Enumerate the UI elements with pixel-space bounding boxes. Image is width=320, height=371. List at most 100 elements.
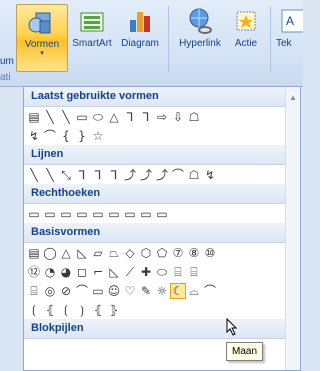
- shape-option[interactable]: ▤: [27, 110, 41, 124]
- shape-option[interactable]: {: [59, 129, 73, 143]
- shape-option[interactable]: ⤴: [123, 168, 137, 182]
- text-icon: A: [280, 6, 303, 36]
- gallery-row: ▤ ◯ △ ◺ ▱ ⏢ ◇ ⬡ ⬠ ⑦ ⑧ ⑩: [24, 243, 300, 262]
- shape-option[interactable]: ⅂: [123, 110, 137, 124]
- shape-option[interactable]: ◕: [59, 265, 73, 279]
- shape-option[interactable]: ⌸: [187, 265, 201, 279]
- shape-option[interactable]: ⌒: [43, 129, 57, 143]
- shape-option[interactable]: ╲: [27, 168, 41, 182]
- hyperlink-label: Hyperlink: [179, 38, 221, 49]
- shape-option[interactable]: ╲: [59, 110, 73, 124]
- shape-option[interactable]: ⅂: [139, 110, 153, 124]
- shape-option[interactable]: ⬭: [155, 265, 169, 279]
- shape-option[interactable]: ⑦: [171, 246, 185, 260]
- shape-option[interactable]: ⌒: [203, 284, 217, 298]
- shape-option[interactable]: ⑧: [187, 246, 201, 260]
- shape-option[interactable]: ⬡: [139, 246, 153, 260]
- shape-option[interactable]: ⦃: [43, 303, 57, 317]
- shape-option[interactable]: ☼: [155, 284, 169, 298]
- svg-text:A: A: [286, 14, 294, 28]
- shapes-button[interactable]: Vormen ▾: [16, 4, 68, 72]
- shape-option[interactable]: ⤴: [155, 168, 169, 182]
- hyperlink-button[interactable]: Hyperlink: [174, 4, 226, 70]
- shape-option[interactable]: ⌒: [75, 284, 89, 298]
- shape-option[interactable]: ✎: [139, 284, 153, 298]
- shape-option[interactable]: ⌒: [171, 168, 185, 182]
- shape-option[interactable]: ⏢: [107, 246, 121, 260]
- shape-option[interactable]: ↯: [27, 129, 41, 143]
- shape-option[interactable]: ▭: [27, 207, 41, 221]
- shape-option[interactable]: ╲: [43, 168, 57, 182]
- shape-option[interactable]: ♡: [123, 284, 137, 298]
- shape-option[interactable]: ▭: [107, 207, 121, 221]
- gallery-scrollbar[interactable]: ▲: [285, 87, 300, 370]
- shape-option[interactable]: ◇: [123, 246, 137, 260]
- shape-option[interactable]: ▭: [155, 207, 169, 221]
- shape-option[interactable]: ▭: [91, 284, 105, 298]
- shapes-gallery: Laatst gebruikte vormen ▤ ╲ ╲ ▭ ⬭ △ ⅂ ⅂ ⇨ ⇩ ☖ ↯ ⌒{} ☆ L…: [23, 86, 301, 371]
- shape-option[interactable]: ⟮: [59, 303, 73, 317]
- shape-option[interactable]: ▭: [75, 110, 89, 124]
- shape-option[interactable]: ⦄: [107, 303, 121, 317]
- shape-option[interactable]: ⌸: [27, 284, 41, 298]
- shape-option[interactable]: ▱: [91, 246, 105, 260]
- gallery-row: ⟮ ⦃ ⟮ ⟯ ⦃ ⦄: [24, 300, 300, 319]
- shape-option[interactable]: ⊘: [59, 284, 73, 298]
- shape-option[interactable]: ⤡: [59, 168, 73, 182]
- shape-option[interactable]: ⤴: [139, 168, 153, 182]
- scroll-up-arrow[interactable]: ▲: [289, 93, 297, 102]
- ribbon-separator: [168, 6, 169, 72]
- shape-option[interactable]: ⌓: [187, 284, 201, 298]
- shape-option[interactable]: ☺: [107, 284, 121, 298]
- ribbon: um Vormen ▾ SmartArt Diagram Hyperlink A…: [0, 0, 303, 87]
- shape-option[interactable]: ☖: [187, 168, 201, 182]
- shape-option[interactable]: ☖: [187, 110, 201, 124]
- action-button[interactable]: Actie: [228, 4, 264, 70]
- shape-option[interactable]: ↯: [203, 168, 217, 182]
- text-button[interactable]: A Tek: [276, 4, 303, 70]
- shape-option[interactable]: ⬭: [91, 110, 105, 124]
- shape-option[interactable]: ⅂: [91, 168, 105, 182]
- shape-option[interactable]: ▭: [139, 207, 153, 221]
- shape-option[interactable]: ▭: [91, 207, 105, 221]
- gallery-row: ↯ ⌒{} ☆: [24, 126, 300, 145]
- shape-option[interactable]: ▭: [75, 207, 89, 221]
- shape-option[interactable]: ⅂: [107, 168, 121, 182]
- shape-option[interactable]: ╲: [43, 110, 57, 124]
- shape-option[interactable]: ◺: [107, 265, 121, 279]
- gallery-row: ⌸ ◎ ⊘ ⌒ ▭ ☺ ♡ ✎ ☼ ☾ ⌓ ⌒: [24, 281, 300, 300]
- shape-option[interactable]: ▤: [27, 246, 41, 260]
- shape-option[interactable]: ⅂: [75, 168, 89, 182]
- shape-option[interactable]: ◻: [75, 265, 89, 279]
- shape-option[interactable]: ✚: [139, 265, 153, 279]
- shape-option[interactable]: ⇨: [155, 110, 169, 124]
- shape-option[interactable]: ◯: [43, 246, 57, 260]
- shape-option[interactable]: ▭: [43, 207, 57, 221]
- gallery-row: ╲ ╲ ⤡ ⅂ ⅂ ⅂ ⤴ ⤴ ⤴ ⌒ ☖ ↯: [24, 165, 300, 184]
- shape-option[interactable]: ⬠: [155, 246, 169, 260]
- shape-option[interactable]: ◔: [43, 265, 57, 279]
- smartart-label: SmartArt: [72, 38, 112, 49]
- shape-option[interactable]: △: [59, 246, 73, 260]
- chart-button[interactable]: Diagram: [118, 4, 162, 70]
- shape-option[interactable]: ☆: [91, 129, 105, 143]
- shape-option[interactable]: ⑩: [203, 246, 217, 260]
- shape-option[interactable]: ⟯: [75, 303, 89, 317]
- gallery-section-header: Lijnen: [24, 145, 300, 165]
- shape-option[interactable]: △: [107, 110, 121, 124]
- shape-option[interactable]: ◺: [75, 246, 89, 260]
- shape-option[interactable]: ⟮: [27, 303, 41, 317]
- shape-option[interactable]: ⌐: [91, 265, 105, 279]
- smartart-button[interactable]: SmartArt: [68, 4, 116, 70]
- shape-option[interactable]: ⟋: [123, 265, 137, 279]
- shape-option[interactable]: ◎: [43, 284, 57, 298]
- shape-option[interactable]: ▭: [123, 207, 137, 221]
- shape-option[interactable]: }: [75, 129, 89, 143]
- shape-option[interactable]: ⦃: [91, 303, 105, 317]
- ribbon-left-partial-label: um: [0, 56, 14, 67]
- shape-option[interactable]: ☾: [170, 282, 186, 299]
- shape-option[interactable]: ⑫: [27, 265, 41, 279]
- shape-option[interactable]: ⇩: [171, 110, 185, 124]
- shape-option[interactable]: ▭: [59, 207, 73, 221]
- shape-option[interactable]: ⌸: [171, 265, 185, 279]
